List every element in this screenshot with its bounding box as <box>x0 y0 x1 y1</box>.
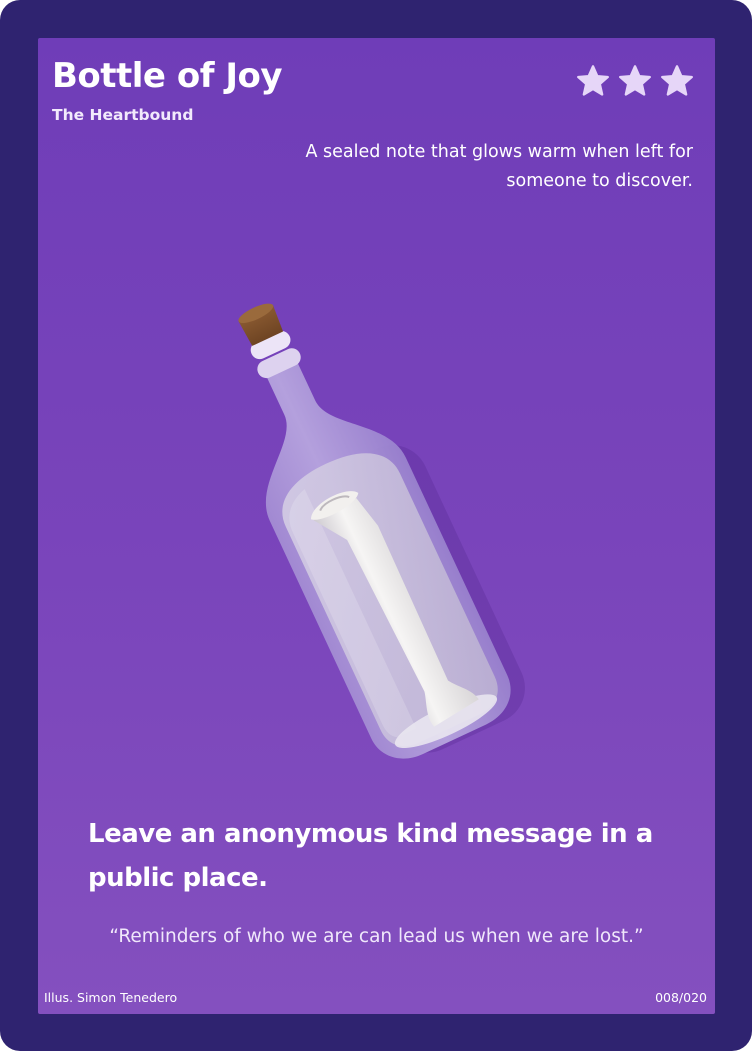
card-frame: Bottle of Joy The Heartbound A sealed no… <box>0 0 752 1051</box>
card-subtitle: The Heartbound <box>52 106 194 124</box>
card-challenge: Leave an anonymous kind message in a pub… <box>88 819 653 893</box>
star-icon <box>659 64 695 98</box>
card-serial-number: 008/020 <box>655 990 707 1005</box>
star-icon <box>575 64 611 98</box>
card-panel: Bottle of Joy The Heartbound A sealed no… <box>38 38 715 1014</box>
card-title: Bottle of Joy <box>52 56 283 96</box>
star-icon <box>617 64 653 98</box>
message-in-a-bottle-illustration <box>238 303 525 759</box>
star-rating <box>575 64 695 98</box>
card-description: A sealed note that glows warm when left … <box>305 142 693 191</box>
card-quote: “Reminders of who we are can lead us whe… <box>109 926 644 947</box>
illustrator-credit: Illus. Simon Tenedero <box>44 990 178 1005</box>
